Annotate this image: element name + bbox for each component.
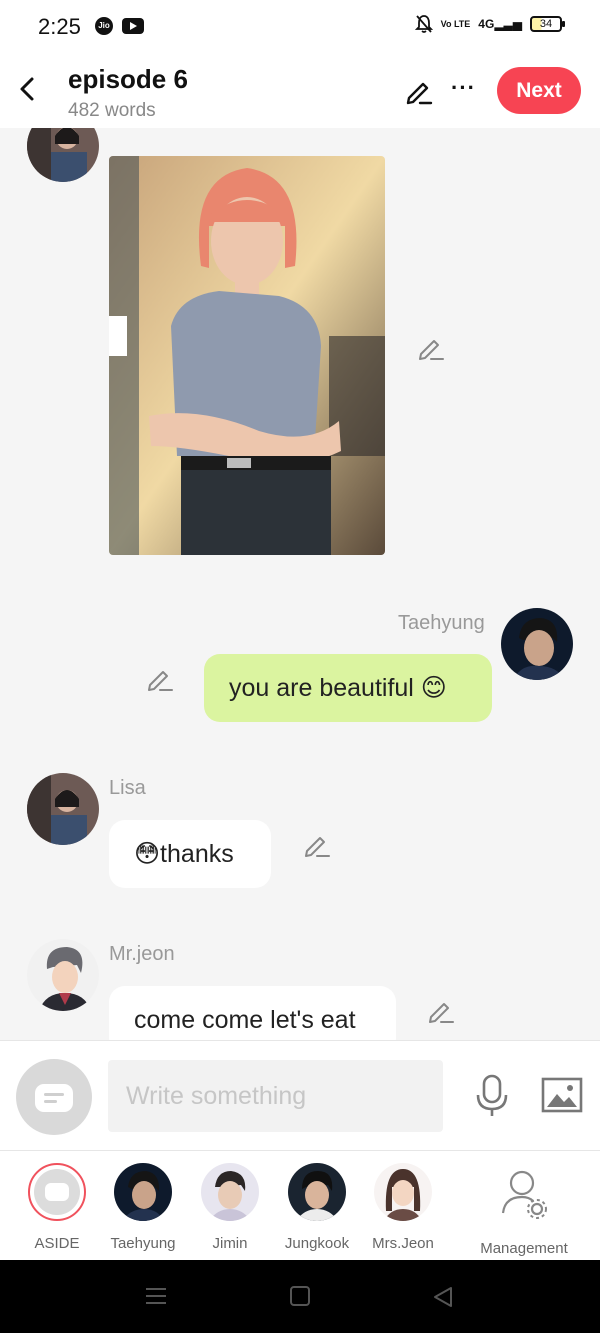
image-icon[interactable] — [541, 1076, 583, 1114]
message-input[interactable] — [108, 1060, 443, 1132]
aside-toggle-button[interactable] — [16, 1059, 92, 1135]
character-label: Jungkook — [284, 1235, 350, 1252]
chat-area[interactable]: Taehyung you are beautiful 😊 Lisa 😳thank… — [0, 128, 600, 1040]
message-bubble[interactable]: you are beautiful 😊 — [204, 654, 492, 722]
jio-icon: Jio — [95, 17, 113, 35]
aside-icon — [35, 1084, 73, 1112]
avatar-mr-jeon[interactable] — [27, 939, 99, 1011]
character-label: Management — [480, 1240, 568, 1257]
avatar-jimin — [201, 1163, 259, 1221]
pencil-icon[interactable] — [404, 76, 434, 106]
message-image[interactable] — [109, 156, 385, 555]
status-indicators: Vo LTE 4G▂▃▅ 34 — [414, 14, 565, 34]
episode-header: episode 6 482 words ··· Next — [0, 54, 600, 128]
more-horizontal-icon[interactable]: ··· — [451, 76, 476, 100]
avatar-jungkook — [288, 1163, 346, 1221]
next-button[interactable]: Next — [497, 67, 581, 114]
aside-icon — [28, 1163, 86, 1221]
system-nav-bar — [0, 1260, 600, 1333]
youtube-icon — [122, 18, 144, 34]
speaker-name: Mr.jeon — [109, 943, 175, 965]
character-label: Jimin — [212, 1235, 248, 1252]
message-bubble[interactable]: come come let's eat — [109, 986, 396, 1040]
edit-message-pencil-icon[interactable] — [146, 665, 174, 693]
character-label: Taehyung — [110, 1235, 176, 1252]
character-jimin[interactable]: Jimin — [185, 1163, 275, 1252]
volte-icon: Vo LTE — [440, 18, 471, 29]
back-triangle-icon[interactable] — [432, 1286, 454, 1308]
avatar-mrs-jeon — [374, 1163, 432, 1221]
speaker-name: Taehyung — [398, 612, 485, 634]
message-composer — [0, 1040, 600, 1150]
word-count: 482 words — [68, 100, 156, 121]
avatar-lisa[interactable] — [27, 773, 99, 845]
status-time: 2:25 — [38, 14, 81, 39]
character-label: ASIDE — [34, 1235, 80, 1252]
bell-off-icon — [414, 15, 433, 33]
character-bar: ASIDE Taehyung Jimin Jungkook Mrs.Jeon M… — [0, 1150, 600, 1260]
battery-icon: 34 — [530, 16, 565, 32]
edit-message-pencil-icon[interactable] — [303, 831, 331, 859]
character-taehyung[interactable]: Taehyung — [98, 1163, 188, 1252]
chevron-left-icon[interactable] — [16, 74, 40, 104]
signal-icon: 4G▂▃▅ — [478, 17, 522, 31]
status-bar: 2:25 Jio Vo LTE 4G▂▃▅ 34 — [0, 0, 600, 54]
user-settings-icon — [501, 1170, 547, 1219]
microphone-icon[interactable] — [474, 1073, 510, 1119]
edit-message-pencil-icon[interactable] — [427, 997, 455, 1025]
character-label: Mrs.Jeon — [372, 1235, 434, 1252]
avatar-taehyung[interactable] — [501, 608, 573, 680]
home-square-icon[interactable] — [290, 1286, 310, 1306]
avatar-lisa[interactable] — [27, 128, 99, 182]
character-management[interactable]: Management — [474, 1163, 574, 1257]
menu-icon[interactable] — [146, 1286, 166, 1306]
page-title: episode 6 — [68, 64, 188, 94]
speaker-name: Lisa — [109, 777, 146, 799]
character-aside[interactable]: ASIDE — [12, 1163, 102, 1252]
message-bubble[interactable]: 😳thanks — [109, 820, 271, 888]
edit-message-pencil-icon[interactable] — [417, 334, 445, 362]
character-mrs-jeon[interactable]: Mrs.Jeon — [358, 1163, 448, 1252]
character-jungkook[interactable]: Jungkook — [272, 1163, 362, 1252]
avatar-taehyung — [114, 1163, 172, 1221]
